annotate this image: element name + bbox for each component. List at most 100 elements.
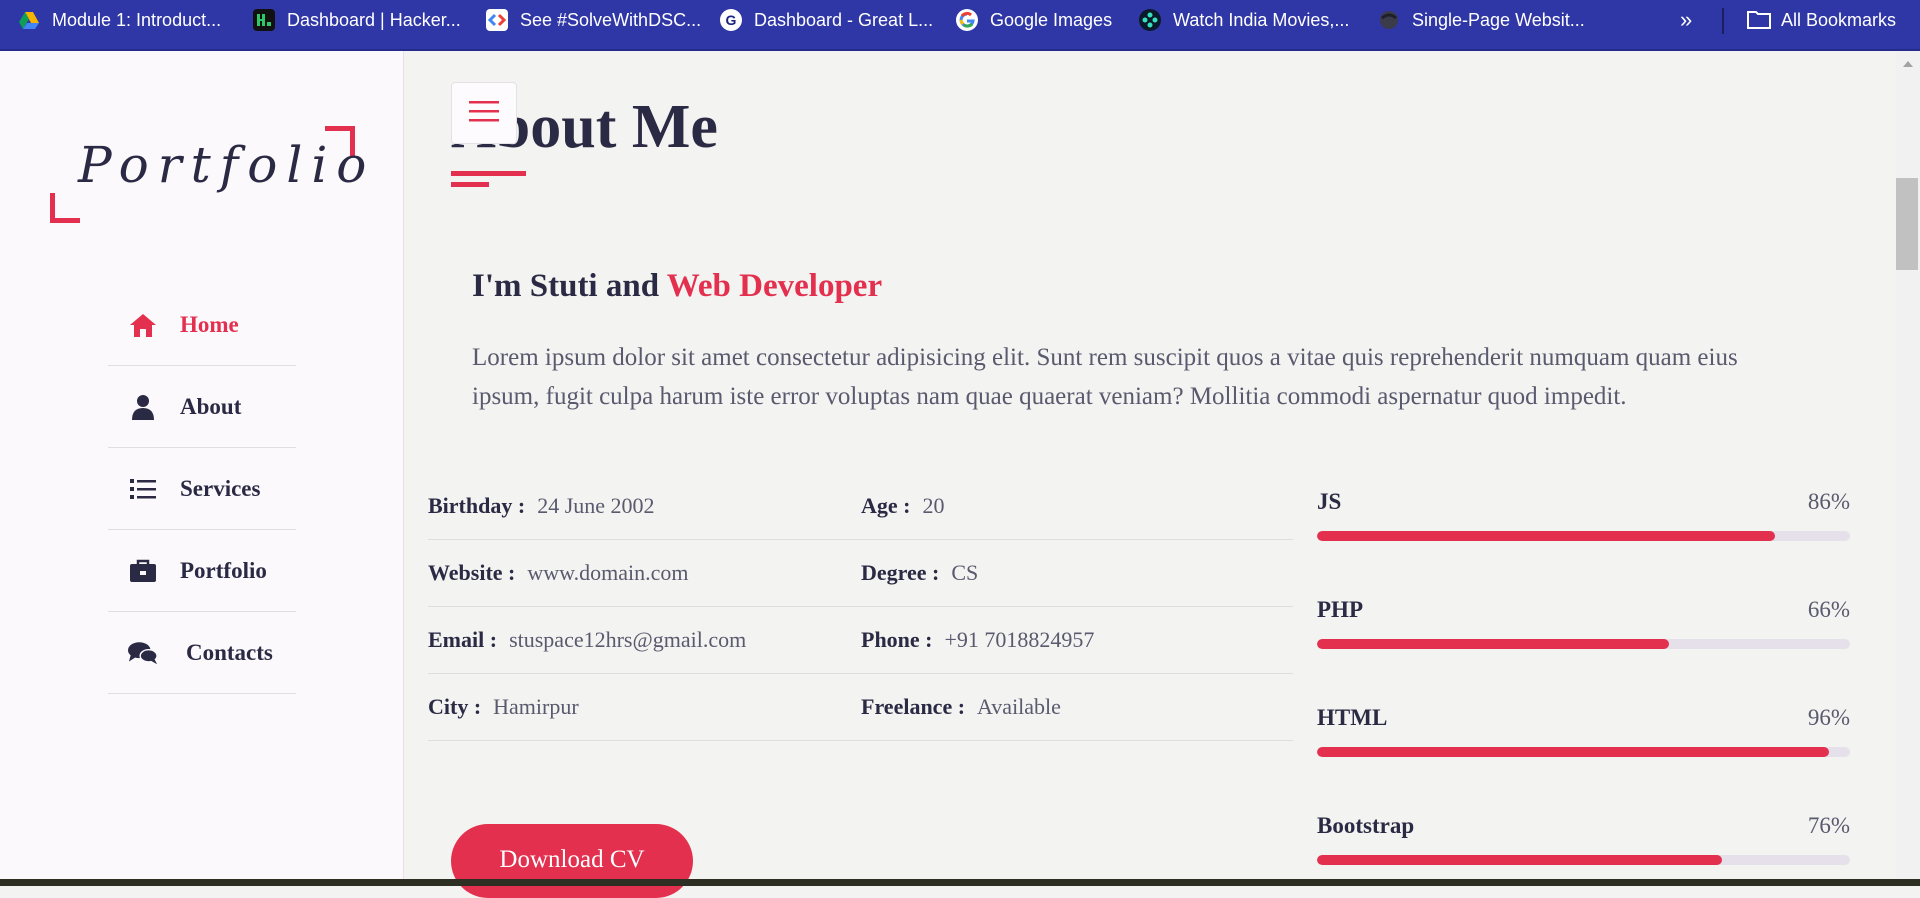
info-freelance: Freelance : Available [861, 674, 1061, 740]
website-icon [1378, 9, 1400, 31]
all-bookmarks-label: All Bookmarks [1781, 9, 1897, 30]
bookmark-label: Watch India Movies,... [1173, 9, 1350, 30]
nav-label: Portfolio [180, 558, 267, 583]
skill-name: HTML [1317, 705, 1388, 730]
bookmark-label: Single-Page Websit... [1412, 9, 1585, 30]
bookmarks-bar: Module 1: Introduct... Dashboard | Hacke… [0, 0, 1920, 51]
scrollbar-thumb[interactable] [1896, 178, 1918, 270]
bookmark-item[interactable]: G Dashboard - Great L... [720, 0, 933, 40]
logo-text: Portfolio [78, 136, 376, 194]
bookmark-item[interactable]: Module 1: Introduct... [18, 0, 221, 40]
briefcase-icon [128, 558, 158, 584]
folder-icon [1747, 9, 1771, 31]
info-key: Phone : [861, 627, 933, 652]
svg-text:G: G [726, 12, 737, 28]
bookmark-label: See #SolveWithDSC... [520, 9, 702, 30]
info-value[interactable]: www.domain.com [527, 560, 688, 586]
bookmark-label: Dashboard | Hacker... [287, 9, 461, 30]
skill-progress-fill [1317, 855, 1723, 865]
info-city: City : Hamirpur [428, 674, 579, 740]
info-key: Email : [428, 627, 498, 652]
bottom-strip [0, 879, 1920, 886]
great-learning-icon: G [720, 9, 742, 31]
skill-progress-track [1317, 855, 1850, 865]
info-value: +91 7018824957 [944, 627, 1095, 652]
bookmark-item[interactable]: Dashboard | Hacker... [253, 0, 461, 40]
skill-progress-fill [1317, 639, 1669, 649]
skill-progress-track [1317, 531, 1850, 541]
chevron-double-right-icon: » [1680, 7, 1693, 32]
bookmark-item[interactable]: Watch India Movies,... [1139, 0, 1349, 40]
scroll-up-arrow-icon[interactable] [1903, 61, 1913, 67]
nav-item-home[interactable]: Home [108, 285, 296, 366]
all-bookmarks-button[interactable]: All Bookmarks [1747, 0, 1896, 40]
bookmark-item[interactable]: See #SolveWithDSC... [486, 0, 701, 40]
nav-label: Services [180, 476, 261, 501]
info-value: Hamirpur [493, 694, 579, 719]
nav-label: About [180, 394, 242, 419]
skill-progress-fill [1317, 747, 1829, 757]
list-icon [128, 476, 158, 502]
nav-label: Home [180, 312, 239, 337]
bookmarks-overflow-button[interactable]: » [1680, 0, 1692, 40]
info-key: Website : [428, 560, 516, 585]
title-underline-short [451, 182, 489, 187]
info-value: CS [951, 560, 979, 585]
skill-name: PHP [1317, 597, 1363, 622]
logo[interactable]: Portfolio [50, 126, 366, 223]
info-key: Degree : [861, 560, 940, 585]
info-row: Website : www.domain.com Degree : CS [428, 540, 1293, 607]
skill-percent: 86% [1807, 489, 1850, 514]
title-underline-long [451, 171, 526, 176]
info-website: Website : www.domain.com [428, 540, 689, 606]
nav-item-about[interactable]: About [108, 367, 296, 448]
info-email: Email : stuspace12hrs@gmail.com [428, 607, 746, 673]
nav-item-contacts[interactable]: Contacts [108, 613, 296, 694]
intro-highlight: Web Developer [666, 268, 883, 304]
intro-prefix: I'm Stuti and [472, 268, 667, 304]
bookmark-item[interactable]: Google Images [956, 0, 1112, 40]
hackerrank-icon [253, 9, 275, 31]
intro-paragraph: Lorem ipsum dolor sit amet consectetur a… [472, 344, 1738, 410]
info-birthday: Birthday : 24 June 2002 [428, 473, 655, 539]
skill-percent: 96% [1807, 705, 1850, 730]
bookmark-item[interactable]: Single-Page Websit... [1378, 0, 1585, 40]
skill-progress-track [1317, 747, 1850, 757]
info-key: Freelance : [861, 694, 966, 719]
nav-label: Contacts [186, 640, 273, 665]
home-icon [128, 312, 158, 338]
skill-progress-track [1317, 639, 1850, 649]
info-value: 20 [922, 493, 945, 518]
info-value: 24 June 2002 [537, 493, 655, 518]
menu-toggle-button[interactable] [451, 82, 517, 144]
bookmarks-separator [1722, 8, 1724, 34]
info-age: Age : 20 [861, 473, 944, 539]
scrollbar[interactable] [1896, 51, 1920, 879]
main-content [404, 51, 1920, 886]
info-row: Email : stuspace12hrs@gmail.com Phone : +9… [428, 607, 1293, 674]
comments-icon [128, 640, 158, 666]
info-row: Birthday : 24 June 2002 Age : 20 [428, 473, 1293, 540]
info-key: Birthday : [428, 493, 526, 518]
nav-item-services[interactable]: Services [108, 449, 296, 530]
hamburger-icon [469, 99, 499, 128]
intro-heading: I'm Stuti and Web Developer [472, 268, 882, 305]
download-cv-button[interactable]: Download CV [451, 824, 693, 898]
bookmark-label: Google Images [990, 9, 1113, 30]
info-phone: Phone : +91 7018824957 [861, 607, 1094, 673]
info-row: City : Hamirpur Freelance : Available [428, 674, 1293, 741]
info-value: Available [977, 694, 1061, 719]
user-icon [128, 394, 158, 420]
film-reel-icon [1139, 9, 1161, 31]
skill-progress-fill [1317, 531, 1776, 541]
bookmark-label: Dashboard - Great L... [754, 9, 934, 30]
nav-item-portfolio[interactable]: Portfolio [108, 531, 296, 612]
logo-corner-bottom-left [50, 193, 80, 223]
skill-percent: 66% [1807, 597, 1850, 622]
info-key: City : [428, 694, 482, 719]
dsc-icon [486, 9, 508, 31]
info-degree: Degree : CS [861, 540, 978, 606]
download-cv-label: Download CV [499, 846, 645, 873]
skill-percent: 76% [1807, 813, 1850, 838]
info-value[interactable]: stuspace12hrs@gmail.com [509, 627, 746, 653]
